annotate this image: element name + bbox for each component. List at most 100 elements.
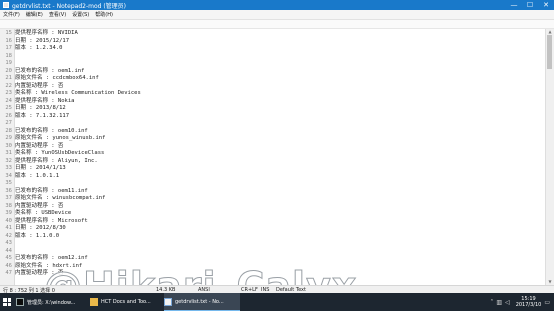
line-number: 21 [5,75,12,81]
line-number: 38 [5,202,12,209]
vertical-scrollbar[interactable]: ▲ ▼ [545,29,554,285]
editor-line[interactable]: 20 已发布的名称 : oem1.inf [0,68,84,75]
line-text: 类名称 : Wireless Communication Devices [15,90,141,96]
editor-line[interactable]: 28 已发布的名称 : oem10.inf [0,127,87,135]
close-button[interactable]: ✕ [538,0,554,10]
editor-line[interactable]: 31 类名称 : YunOSUsbDeviceClass [0,150,104,157]
minimize-button[interactable]: — [506,0,522,10]
editor-line[interactable]: 23 类名称 : Wireless Communication Devices [0,90,141,97]
line-number: 44 [5,247,12,254]
editor-line[interactable]: 36 已发布的名称 : oem11.inf [0,187,87,195]
editor[interactable]: 15 提供程序名称 : NVIDIA 16 日期 : 2015/12/17 17 版本 :… [0,29,546,309]
line-number: 23 [5,90,12,96]
scrollbar-thumb[interactable] [547,35,552,69]
line-number: 22 [5,82,12,89]
editor-line[interactable]: 16 日期 : 2015/12/17 [0,38,69,45]
line-text: 原始文件名 : winusbcompat.inf [15,195,106,201]
line-text: 版本 : 1.1.0.0 [15,232,60,239]
editor-line[interactable]: 43 [0,240,15,247]
editor-line[interactable]: 19 [0,60,15,67]
task-explorer[interactable]: HCT Docs and Too... [90,293,162,311]
editor-line[interactable]: 26 版本 : 7.1.32.117 [0,113,69,120]
chevron-up-icon[interactable]: ˄ [490,299,493,306]
line-text: 日期 : 2015/12/17 [15,37,70,44]
editor-line[interactable]: 17 版本 : 1.2.34.0 [0,45,62,52]
editor-line[interactable]: 39 类名称 : USBDevice [0,210,71,217]
line-number: 37 [5,195,12,201]
taskbar: 管理员: X:\window... HCT Docs and Too... ge… [0,293,554,311]
line-number: 40 [5,217,12,224]
menu-edit[interactable]: 编辑(E) [23,11,46,18]
windows-logo-icon [3,298,11,306]
line-text: 原始文件名 : yunos_winusb.inf [15,135,106,141]
editor-line[interactable]: 21 原始文件名 : ccdcmbox64.inf [0,75,99,82]
line-number: 32 [5,157,12,164]
title-bar: getdrvlist.txt - Notepad2-mod (管理员) [0,0,554,10]
line-text: 版本 : 1.0.1.1 [15,172,60,179]
line-number: 31 [5,150,12,156]
notepad-icon [164,298,172,306]
line-number: 24 [5,97,12,104]
editor-line[interactable]: 33 日期 : 2014/1/13 [0,165,65,172]
line-text: 提供程序名称 : Aliyun, Inc. [15,157,98,164]
editor-line[interactable]: 29 原始文件名 : yunos_winusb.inf [0,135,105,142]
task-console[interactable]: 管理员: X:\window... [16,293,86,311]
line-text: 类名称 : USBDevice [15,210,72,216]
editor-line[interactable]: 30 内置驱动程序 : 否 [0,143,63,150]
editor-line[interactable]: 42 版本 : 1.1.0.0 [0,233,59,240]
notification-icon[interactable]: ▭ [544,299,550,306]
line-number: 36 [5,187,12,194]
line-number: 16 [5,37,12,44]
folder-icon [90,298,98,306]
line-text: 内置驱动程序 : 否 [15,202,64,209]
editor-line[interactable]: 34 版本 : 1.0.1.1 [0,173,59,180]
task-notepad[interactable]: getdrvlist.txt - No... [164,293,240,311]
line-text: 原始文件名 : ccdcmbox64.inf [15,75,99,81]
editor-line[interactable]: 25 日期 : 2013/8/12 [0,105,66,112]
editor-line[interactable]: 41 日期 : 2012/8/30 [0,225,65,232]
line-number: 35 [5,180,12,186]
line-number: 20 [5,67,12,74]
editor-line[interactable]: 45 已发布的名称 : oem12.inf [0,255,87,262]
network-icon[interactable]: ▥ [496,299,502,306]
maximize-button[interactable]: ☐ [522,0,538,10]
line-number: 28 [5,127,12,134]
editor-line[interactable]: 24 提供程序名称 : Nokia [0,97,75,105]
line-text: 日期 : 2013/8/12 [15,105,66,111]
line-text: 已发布的名称 : oem1.inf [15,67,85,74]
editor-line[interactable]: 18 [0,53,15,60]
line-number: 42 [5,232,12,239]
task-explorer-label: HCT Docs and Too... [101,299,151,305]
line-number: 29 [5,135,12,141]
volume-icon[interactable]: ◁ [505,299,510,306]
menu-help[interactable]: 帮助(H) [92,11,116,18]
line-number: 47 [5,270,12,276]
line-text: 提供程序名称 : Nokia [15,97,75,104]
editor-line[interactable]: 22 内置驱动程序 : 否 [0,83,63,90]
menu-settings[interactable]: 设置(S) [69,11,92,18]
line-number: 15 [5,30,12,36]
line-number: 18 [5,52,12,59]
editor-line[interactable]: 32 提供程序名称 : Aliyun, Inc. [0,157,98,165]
line-text: 类名称 : YunOSUsbDeviceClass [15,150,105,156]
editor-line[interactable]: 27 [0,120,15,127]
menu-file[interactable]: 文件(F) [0,11,23,18]
notepad-app-icon [3,2,9,8]
line-text: 内置驱动程序 : 否 [15,82,64,89]
editor-line[interactable]: 44 [0,248,15,255]
line-number: 41 [5,225,12,231]
line-number: 43 [5,240,12,246]
start-button[interactable] [0,293,14,311]
system-tray: ˄ ▥ ◁ 15:19 2017/3/10 ▭ [487,293,550,311]
editor-line[interactable]: 15 提供程序名称 : NVIDIA [0,30,78,37]
line-text: 提供程序名称 : NVIDIA [15,30,78,36]
editor-line[interactable]: 40 提供程序名称 : Microsoft [0,217,87,225]
line-text: 版本 : 1.2.34.0 [15,45,63,51]
console-icon [16,298,24,306]
menu-view[interactable]: 查看(V) [46,11,69,18]
line-text: 版本 : 7.1.32.117 [15,112,70,119]
editor-line[interactable]: 38 内置驱动程序 : 否 [0,203,63,210]
clock[interactable]: 15:19 2017/3/10 [516,296,542,308]
editor-line[interactable]: 35 [0,180,15,187]
editor-line[interactable]: 37 原始文件名 : winusbcompat.inf [0,195,105,202]
